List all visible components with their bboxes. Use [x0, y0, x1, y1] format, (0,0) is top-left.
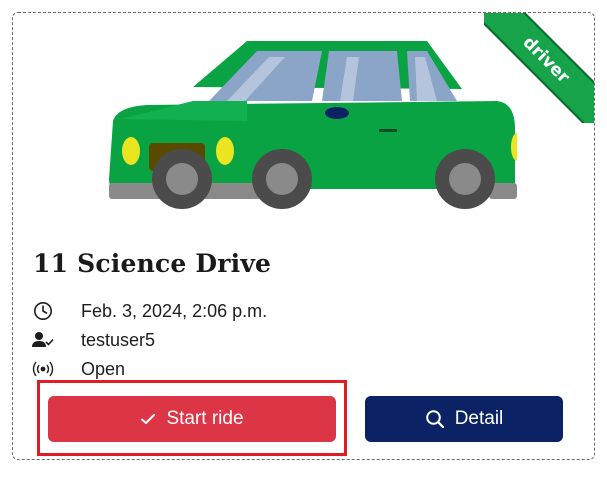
ride-time-text: Feb. 3, 2024, 2:06 p.m. [81, 300, 268, 321]
check-icon [141, 414, 156, 424]
search-icon [425, 410, 444, 429]
car-illustration [109, 41, 517, 209]
start-ride-label: Start ride [166, 408, 244, 429]
broadcast-icon [31, 357, 55, 381]
ride-user-row: testuser5 [31, 327, 155, 353]
ride-title: 11 Science Drive [33, 249, 272, 278]
ride-status-text: Open [81, 358, 126, 379]
start-ride-button[interactable]: Start ride [48, 396, 336, 442]
ride-user-text: testuser5 [81, 329, 156, 350]
ride-card: driver 11 Science Drive Feb. 3, 2024, 2:… [12, 12, 595, 460]
ride-status-row: Open [31, 356, 125, 382]
detail-label: Detail [454, 408, 504, 429]
user-check-icon [31, 328, 55, 352]
driver-badge-wrap: driver [484, 13, 594, 123]
ride-time-row: Feb. 3, 2024, 2:06 p.m. [31, 298, 267, 324]
driver-badge: driver [484, 13, 594, 123]
clock-icon [31, 299, 55, 323]
detail-button[interactable]: Detail [365, 396, 563, 442]
